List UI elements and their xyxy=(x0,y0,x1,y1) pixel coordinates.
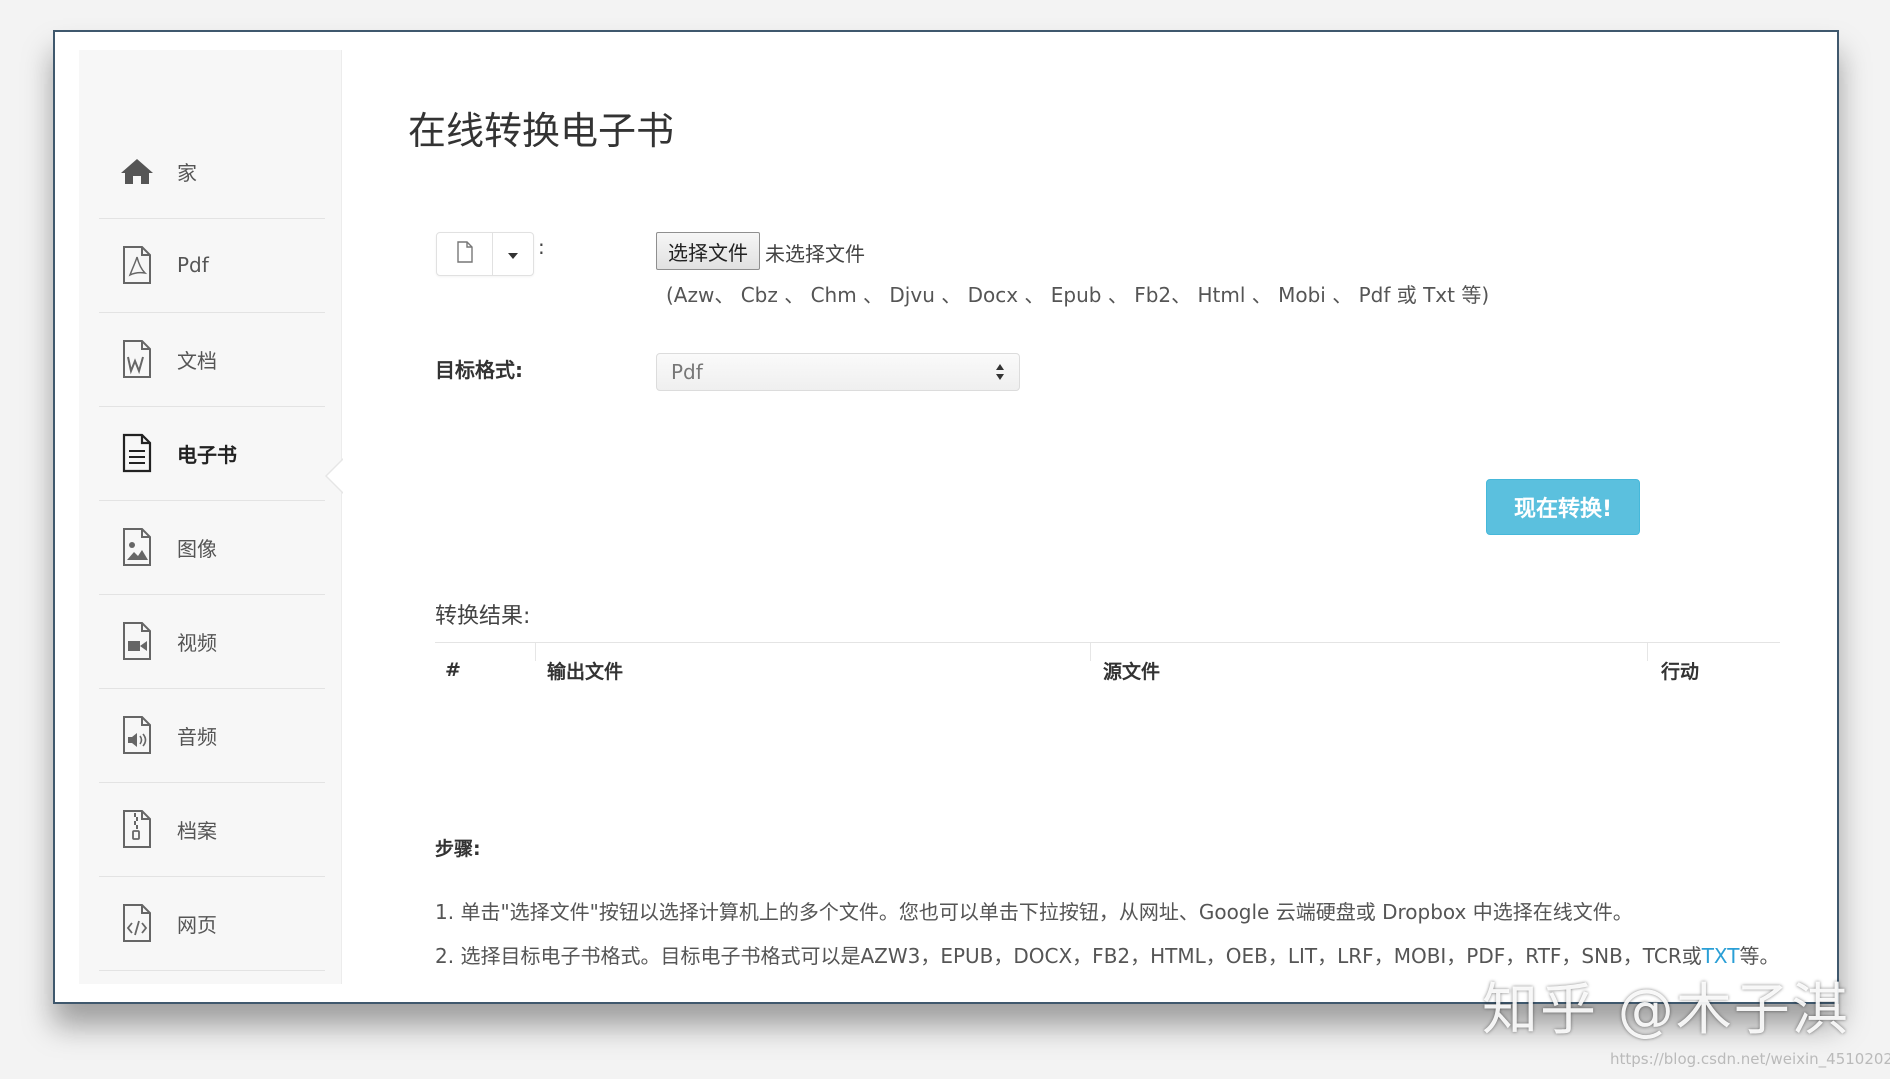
target-format-select[interactable]: Pdf xyxy=(656,353,1020,391)
sidebar-item-label: 图像 xyxy=(177,536,217,561)
video-file-icon xyxy=(115,619,159,663)
caret-down-icon xyxy=(507,245,519,264)
home-icon xyxy=(115,149,159,193)
pdf-file-icon xyxy=(115,243,159,287)
choose-file-button[interactable]: 选择文件 xyxy=(656,232,760,270)
results-table: # 输出文件 源文件 行动 xyxy=(435,642,1780,697)
supported-formats: (Azw、 Cbz 、 Chm 、 Djvu 、 Docx 、 Epub 、 F… xyxy=(666,283,1490,307)
sidebar-item-archive[interactable]: 档案 xyxy=(99,782,325,877)
select-arrows-icon xyxy=(995,363,1005,381)
sidebar-item-label: 视频 xyxy=(177,630,217,655)
app-window: 家 Pdf 文档 电子书 图像 视频 音频 档案 网页 在线转换电子书: 选择… xyxy=(53,30,1839,1004)
sidebar-item-label: 文档 xyxy=(177,348,217,373)
word-file-icon xyxy=(115,337,159,381)
source-colon: : xyxy=(538,235,545,259)
sidebar-item-webpage[interactable]: 网页 xyxy=(99,876,325,971)
sidebar-item-label: 电子书 xyxy=(177,442,237,467)
source-dropdown-button[interactable] xyxy=(493,233,533,275)
active-indicator xyxy=(327,460,343,492)
audio-file-icon xyxy=(115,713,159,757)
sidebar-item-pdf[interactable]: Pdf xyxy=(99,218,325,313)
steps-title: 步骤: xyxy=(435,838,481,860)
sidebar-item-video[interactable]: 视频 xyxy=(99,594,325,689)
column-divider xyxy=(535,643,536,661)
image-file-icon xyxy=(115,525,159,569)
url-watermark: https://blog.csdn.net/weixin_45102027 xyxy=(1610,1050,1890,1068)
zhihu-watermark: 知乎 @木子淇 xyxy=(1482,978,1850,1043)
target-format-value: Pdf xyxy=(671,360,703,384)
page-title: 在线转换电子书 xyxy=(408,109,675,153)
column-divider xyxy=(1090,643,1091,661)
sidebar-item-label: 档案 xyxy=(177,818,217,843)
convert-now-button[interactable]: 现在转换! xyxy=(1486,479,1640,535)
code-file-icon xyxy=(115,901,159,945)
sidebar-item-label: 音频 xyxy=(177,724,217,749)
step-item: 1. 单击"选择文件"按钮以选择计算机上的多个文件。您也可以单击下拉按钮，从网址… xyxy=(435,900,1633,924)
table-header-output: 输出文件 xyxy=(547,660,624,683)
sidebar-item-audio[interactable]: 音频 xyxy=(99,688,325,783)
target-format-label: 目标格式: xyxy=(435,358,523,382)
sidebar-item-ebook[interactable]: 电子书 xyxy=(99,406,325,501)
table-header-source: 源文件 xyxy=(1103,660,1161,683)
column-divider xyxy=(1647,643,1648,661)
sidebar-item-document[interactable]: 文档 xyxy=(99,312,325,407)
archive-file-icon xyxy=(115,807,159,851)
sidebar-item-label: 家 xyxy=(177,160,197,185)
file-icon xyxy=(456,241,474,267)
local-file-button[interactable] xyxy=(437,233,494,275)
sidebar: 家 Pdf 文档 电子书 图像 视频 音频 档案 网页 xyxy=(79,50,342,984)
table-header-index: # xyxy=(445,659,461,681)
no-file-status: 未选择文件 xyxy=(765,242,865,266)
sidebar-item-label: 网页 xyxy=(177,912,217,937)
sidebar-item-home[interactable]: 家 xyxy=(99,124,325,219)
sidebar-item-image[interactable]: 图像 xyxy=(99,500,325,595)
sidebar-item-label: Pdf xyxy=(177,253,209,277)
conversion-result-label: 转换结果: xyxy=(435,604,531,629)
file-source-picker[interactable] xyxy=(436,232,534,276)
ebook-file-icon xyxy=(115,431,159,475)
table-header-action: 行动 xyxy=(1661,660,1700,683)
